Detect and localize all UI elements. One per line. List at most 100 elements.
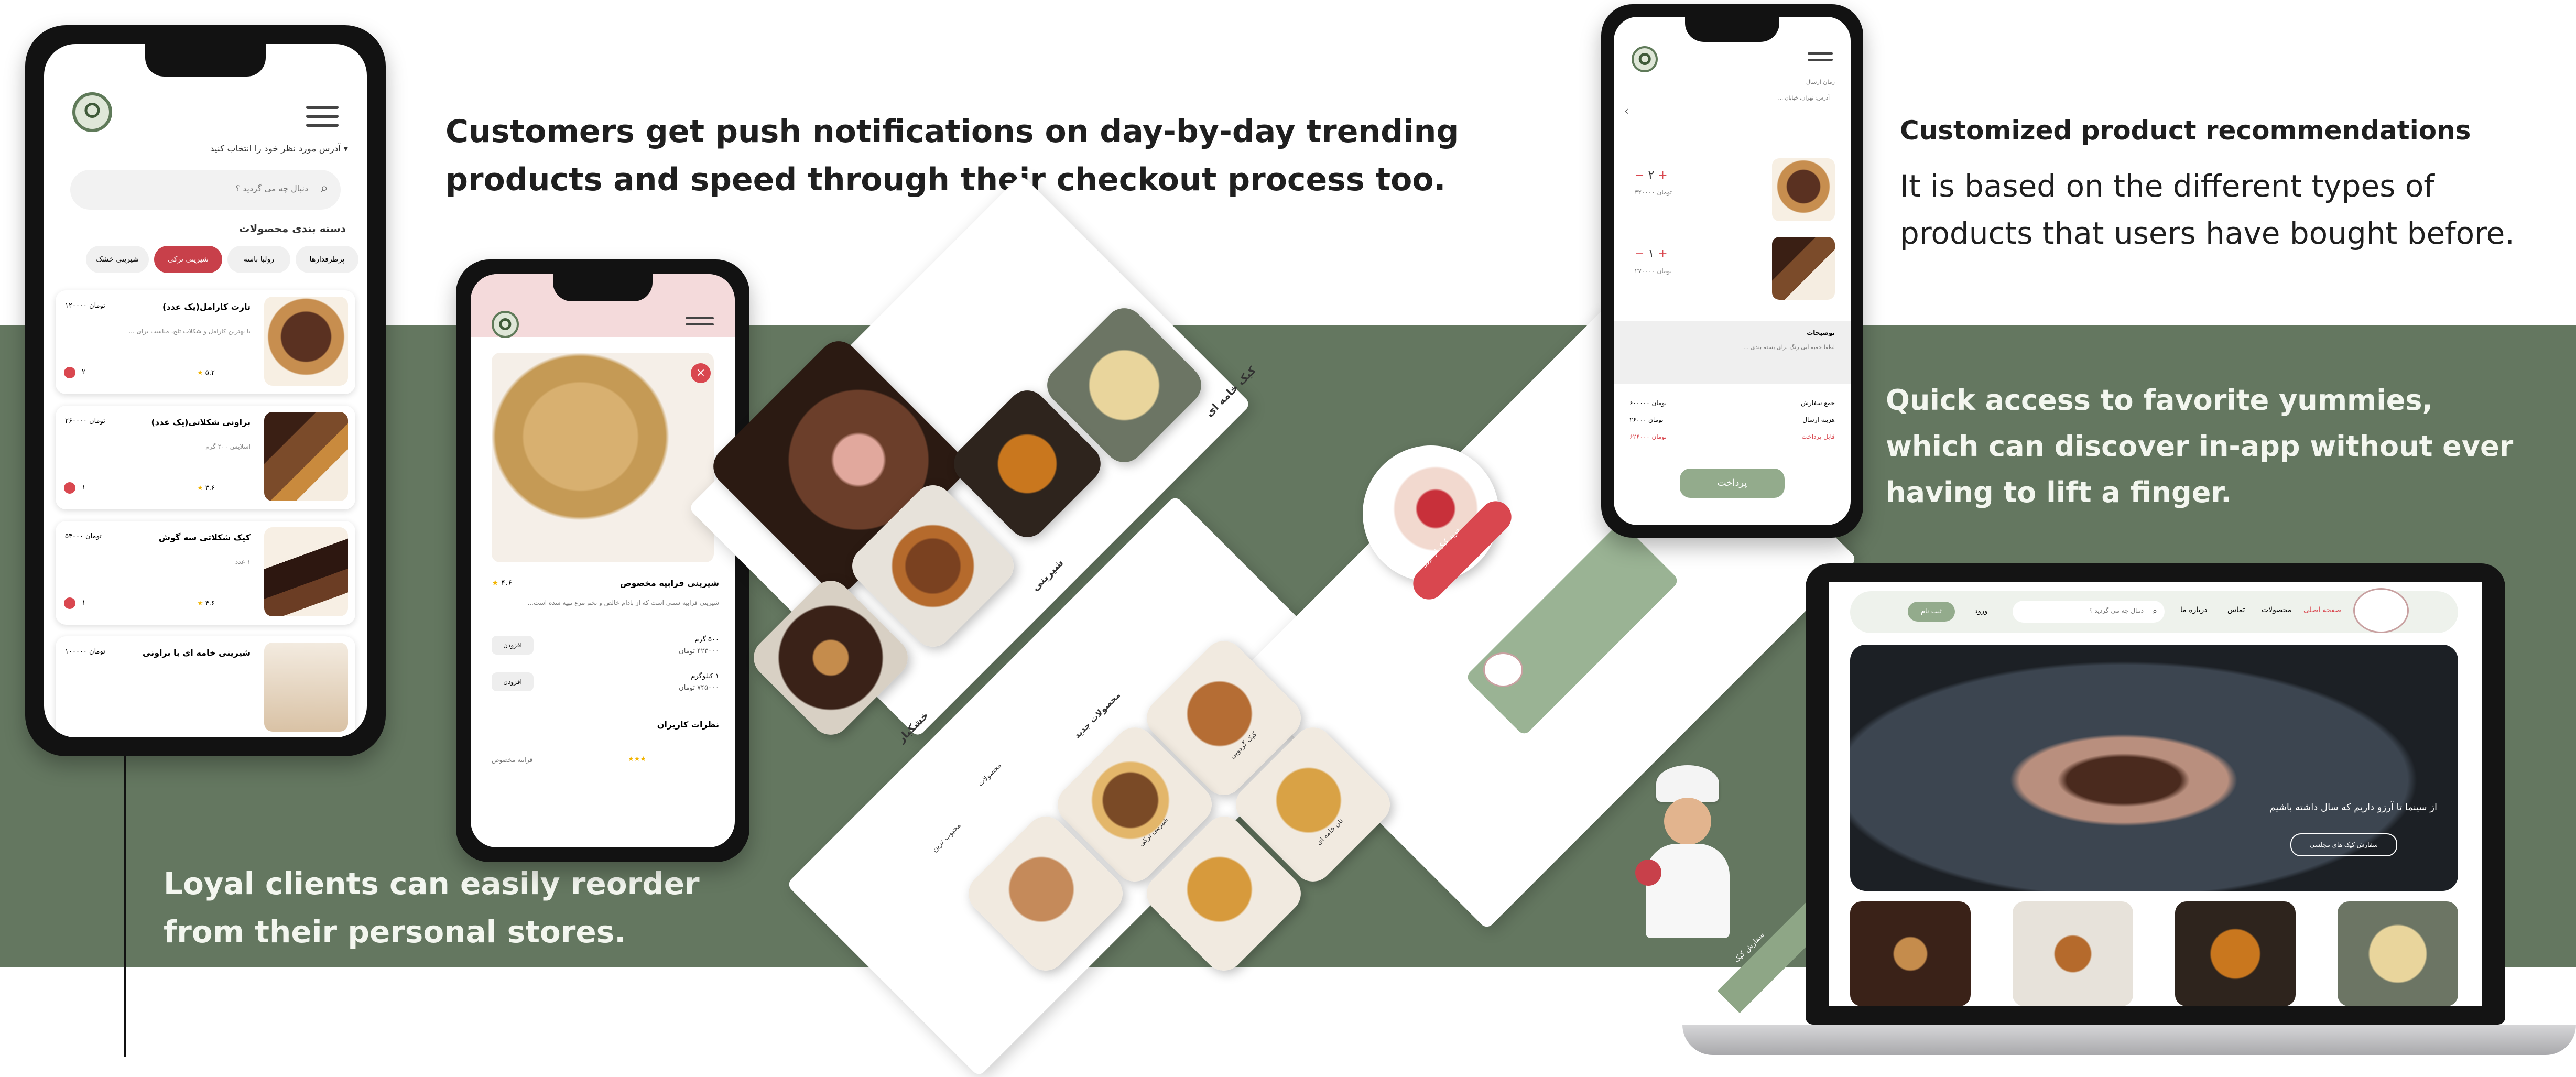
section-title: دسته بندی محصولات: [239, 222, 346, 235]
product-rating: ★ ۳.۶: [197, 484, 215, 492]
menu-icon[interactable]: [1808, 52, 1833, 65]
product-hero-image: [492, 353, 714, 562]
cart-item-price: ۳۲۰۰۰۰ تومان: [1635, 189, 1672, 196]
product-thumb[interactable]: [2338, 901, 2458, 1006]
category-chip[interactable]: پرطرفدارها: [296, 246, 358, 273]
product-description: شیرینی قرابیه سنتی است که از بادام خالص …: [527, 599, 719, 606]
remove-icon[interactable]: [64, 367, 75, 378]
address-selector[interactable]: ▾ آدرس مورد نظر خود را انتخاب کنید: [138, 144, 348, 154]
product-card[interactable]: شیرینی خامه ای با براونی ۱۰۰۰۰۰ تومان: [56, 636, 355, 737]
product-price: ۱۰۰۰۰۰ تومان: [65, 648, 105, 656]
weight-price: ۷۴۵۰۰۰ تومان: [679, 684, 719, 692]
comment-author: قرابیه مخصوص: [492, 756, 533, 764]
comment-rating: ★★★: [628, 755, 646, 763]
phone-cart: زمان ارسال آدرس: تهران، خیابان ... ‹ − ۲…: [1601, 4, 1863, 538]
phone-product-list: ▾ آدرس مورد نظر خود را انتخاب کنید ⌕ دنب…: [25, 25, 386, 756]
cart-item-image: [1772, 237, 1835, 300]
product-desc: با بهترین کارامل و شکلات تلخ، مناسب برای…: [128, 328, 251, 335]
summary-value: ۶۰۰۰۰۰ تومان: [1629, 399, 1667, 407]
profile-avatar-icon[interactable]: [72, 92, 112, 132]
hero-text: از سینما تا آرزو داریم که سال داشته باشی…: [2269, 802, 2437, 813]
close-icon[interactable]: ×: [691, 363, 711, 383]
quantity-value: ۲: [82, 368, 86, 376]
product-price: ۲۶۰۰۰۰ تومان: [65, 417, 105, 425]
remove-icon[interactable]: [64, 482, 75, 494]
summary-label: قابل پرداخت: [1801, 433, 1835, 440]
product-desc: اسلایس ۲۰۰ گرم: [205, 443, 251, 450]
menu-icon[interactable]: [306, 106, 339, 133]
phone-product-detail: × شیرینی قرابیه مخصوص ★ ۴.۶ شیرینی قرابی…: [456, 259, 749, 862]
caption-push: Customers get push notifications on day-…: [445, 113, 1459, 198]
summary-value: ۶۲۶۰۰۰ تومان: [1629, 433, 1667, 440]
pointer-line: [124, 736, 126, 1057]
add-button[interactable]: افزودن: [492, 672, 534, 691]
product-image: [264, 527, 348, 616]
product-card[interactable]: تارت کارامل(یک عدد) با بهترین کارامل و ش…: [56, 290, 355, 394]
weight-price: ۴۲۳۰۰۰ تومان: [679, 647, 719, 655]
notes-text: لطفا جعبه آبی رنگ برای بسته بندی ...: [1743, 344, 1835, 351]
star-icon: ★: [197, 600, 203, 607]
product-rating: ★ ۴.۶: [492, 578, 513, 588]
product-thumb[interactable]: [2013, 901, 2133, 1006]
notes-box[interactable]: توضیحات لطفا جعبه آبی رنگ برای بسته بندی…: [1614, 321, 1851, 384]
nav-home[interactable]: صفحه اصلی: [2303, 606, 2341, 614]
star-icon: ★: [197, 484, 203, 492]
product-rating: ★ ۴.۶: [197, 600, 215, 607]
product-price: ۱۲۰۰۰۰ تومان: [65, 302, 105, 310]
profile-avatar-icon[interactable]: [1632, 46, 1658, 72]
cart-item-image: [1772, 158, 1835, 221]
signup-button[interactable]: ثبت نام: [1908, 602, 1955, 622]
delivery-label: زمان ارسال: [1806, 79, 1835, 85]
remove-icon[interactable]: [64, 597, 75, 609]
comments-title: نظرات کاربران: [657, 720, 719, 730]
summary-label: هزینه ارسال: [1802, 416, 1835, 423]
laptop-screen: صفحه اصلی محصولات تماس درباره ما ⌕ دنبال…: [1829, 582, 2482, 1006]
product-image: [264, 412, 348, 501]
product-thumb[interactable]: [2175, 901, 2296, 1006]
product-price: ۵۴۰۰۰ تومان: [65, 532, 102, 540]
nav-products[interactable]: محصولات: [2262, 606, 2291, 614]
star-icon: ★: [197, 369, 203, 377]
laptop-base: [1682, 1025, 2576, 1055]
star-icon: ★: [492, 578, 499, 588]
hero-button[interactable]: سفارش کیک های مجلسی: [2290, 833, 2397, 856]
product-card[interactable]: کیک شکلاتی سه گوش ۱ عدد ۵۴۰۰۰ تومان ★ ۴.…: [56, 521, 355, 625]
pay-button[interactable]: پرداخت: [1680, 469, 1785, 498]
profile-avatar-icon[interactable]: [492, 311, 519, 338]
category-chip[interactable]: شیرینی خشک: [86, 246, 149, 273]
nav-contact[interactable]: تماس: [2227, 606, 2245, 614]
promo-logo: [1483, 652, 1523, 687]
category-chip-active[interactable]: شیرینی ترکی: [154, 246, 222, 273]
brand-logo[interactable]: [2353, 588, 2409, 633]
quantity-value: ۱: [82, 599, 86, 607]
search-input[interactable]: ⌕ دنبال چه می گردید ؟: [2013, 601, 2165, 623]
search-input[interactable]: ⌕ دنبال چه می گردید ؟: [70, 170, 341, 210]
search-placeholder: دنبال چه می گردید ؟: [235, 183, 308, 193]
product-thumb[interactable]: [1850, 901, 1971, 1006]
address-text: آدرس مورد نظر خود را انتخاب کنید: [210, 144, 341, 154]
cart-item-price: ۲۷۰۰۰۰ تومان: [1635, 267, 1672, 275]
search-placeholder: دنبال چه می گردید ؟: [2089, 607, 2144, 614]
search-icon: ⌕: [2153, 606, 2157, 616]
caption-reco-body: It is based on the different types of pr…: [1900, 168, 2515, 251]
login-button[interactable]: ورود: [1960, 602, 2002, 622]
chevron-left-icon[interactable]: ‹: [1624, 105, 1629, 118]
category-chip[interactable]: رولبا باسه: [227, 246, 290, 273]
add-button[interactable]: افزودن: [492, 636, 534, 655]
nav-about[interactable]: درباره ما: [2180, 606, 2207, 614]
caption-quick: Quick access to favorite yummies, which …: [1886, 384, 2514, 509]
summary-label: جمع سفارش: [1801, 399, 1835, 407]
search-icon: ⌕: [320, 180, 328, 196]
caption-reco-title: Customized product recommendations: [1900, 115, 2471, 146]
notes-title: توضیحات: [1807, 329, 1835, 336]
caption-loyal: Loyal clients can easily reorder from th…: [164, 866, 700, 950]
product-title: شیرینی قرابیه مخصوص: [620, 578, 719, 588]
product-image: [264, 643, 348, 732]
menu-icon[interactable]: [686, 317, 714, 330]
product-rating: ★ ۵.۲: [197, 369, 215, 377]
summary-value: ۲۶۰۰۰ تومان: [1629, 416, 1664, 423]
product-card[interactable]: براونی شکلاتی(یک عدد) اسلایس ۲۰۰ گرم ۲۶۰…: [56, 406, 355, 509]
quantity-stepper[interactable]: − ۱ +: [1635, 247, 1668, 260]
weight-option: ۵۰۰ گرم: [694, 636, 720, 644]
quantity-stepper[interactable]: − ۲ +: [1635, 169, 1668, 182]
